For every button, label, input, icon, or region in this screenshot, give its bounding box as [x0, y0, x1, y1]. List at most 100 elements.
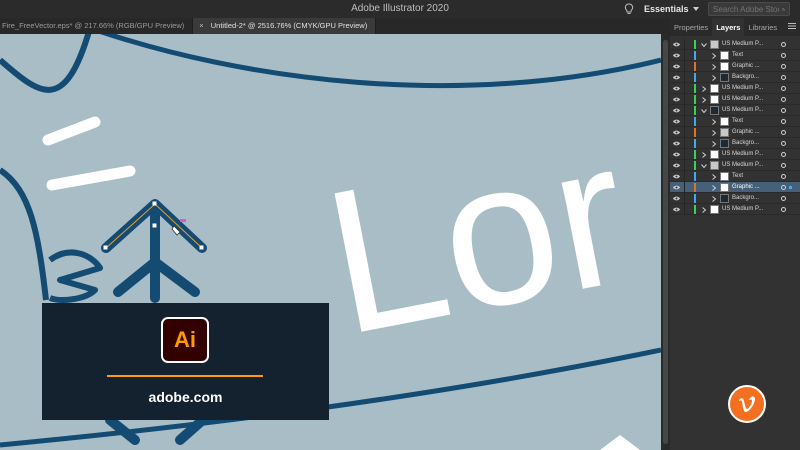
- search-icon[interactable]: [782, 6, 785, 13]
- banner-outline-top[interactable]: [90, 34, 661, 89]
- layer-target-circle[interactable]: [781, 97, 786, 102]
- doc-tab-untitled-2[interactable]: × Untitled-2* @ 2516.76% (CMYK/GPU Previ…: [193, 18, 377, 34]
- layer-name[interactable]: US Medium P...: [722, 107, 763, 113]
- layer-target-circle[interactable]: [781, 196, 786, 201]
- white-swoosh-1[interactable]: [42, 116, 101, 146]
- layer-name[interactable]: Backgro...: [732, 140, 759, 146]
- panel-menu-icon[interactable]: [788, 22, 796, 30]
- layer-name[interactable]: Text: [732, 52, 743, 58]
- canvas-vertical-scrollbar[interactable]: [661, 34, 670, 450]
- layer-name[interactable]: Graphic ...: [732, 184, 760, 190]
- tab-libraries[interactable]: Libraries: [744, 18, 781, 36]
- chevron-right-icon[interactable]: [711, 130, 717, 136]
- layer-row[interactable]: Backgro...: [670, 138, 800, 149]
- layer-row[interactable]: Text: [670, 116, 800, 127]
- chevron-right-icon[interactable]: [701, 207, 707, 213]
- layer-row[interactable]: US Medium P...: [670, 204, 800, 215]
- scrollbar-thumb[interactable]: [663, 40, 668, 444]
- layer-target-circle[interactable]: [781, 163, 786, 168]
- layer-row[interactable]: US Medium P...: [670, 39, 800, 50]
- layer-name[interactable]: Text: [732, 173, 743, 179]
- layer-target-circle[interactable]: [781, 119, 786, 124]
- visibility-eye-icon[interactable]: [673, 130, 680, 135]
- layer-row[interactable]: US Medium P...: [670, 149, 800, 160]
- layer-target-circle[interactable]: [781, 53, 786, 58]
- visibility-eye-icon[interactable]: [673, 141, 680, 146]
- visibility-eye-icon[interactable]: [673, 86, 680, 91]
- layer-row[interactable]: Backgro...: [670, 193, 800, 204]
- chevron-down-icon[interactable]: [701, 108, 707, 114]
- layer-name[interactable]: US Medium P...: [722, 151, 763, 157]
- layer-name[interactable]: US Medium P...: [722, 206, 763, 212]
- layer-row[interactable]: US Medium P...: [670, 83, 800, 94]
- layer-row[interactable]: Text: [670, 50, 800, 61]
- hand-shape[interactable]: [48, 249, 103, 303]
- stock-search-input[interactable]: [713, 4, 779, 14]
- visibility-eye-icon[interactable]: [673, 64, 680, 69]
- layer-row[interactable]: Backgro...: [670, 72, 800, 83]
- close-tab-icon[interactable]: ×: [199, 21, 203, 30]
- visibility-eye-icon[interactable]: [673, 108, 680, 113]
- layer-target-circle[interactable]: [781, 207, 786, 212]
- visibility-eye-icon[interactable]: [673, 196, 680, 201]
- layer-target-circle[interactable]: [781, 108, 786, 113]
- chevron-right-icon[interactable]: [711, 75, 717, 81]
- layer-row[interactable]: US Medium P...: [670, 105, 800, 116]
- layer-name[interactable]: Text: [732, 118, 743, 124]
- visibility-eye-icon[interactable]: [673, 174, 680, 179]
- chevron-right-icon[interactable]: [701, 152, 707, 158]
- chevron-right-icon[interactable]: [711, 185, 717, 191]
- visibility-eye-icon[interactable]: [673, 163, 680, 168]
- layer-row[interactable]: Graphic ...: [670, 182, 800, 193]
- tab-layers[interactable]: Layers: [712, 18, 745, 36]
- workspace-switcher[interactable]: Essentials: [644, 2, 699, 16]
- layer-target-circle[interactable]: [781, 86, 786, 91]
- chevron-right-icon[interactable]: [701, 97, 707, 103]
- white-swoosh-2[interactable]: [46, 165, 136, 191]
- layer-target-circle[interactable]: [781, 152, 786, 157]
- visibility-eye-icon[interactable]: [673, 207, 680, 212]
- visibility-eye-icon[interactable]: [673, 97, 680, 102]
- layer-target-circle[interactable]: [781, 174, 786, 179]
- layer-target-circle[interactable]: [781, 141, 786, 146]
- layer-target-circle[interactable]: [781, 64, 786, 69]
- visibility-eye-icon[interactable]: [673, 185, 680, 190]
- layer-name[interactable]: Graphic ...: [732, 129, 760, 135]
- doc-tab-fire-freevector[interactable]: Fire_FreeVector.eps* @ 217.66% (RGB/GPU …: [0, 18, 194, 34]
- layer-row[interactable]: Graphic ...: [670, 127, 800, 138]
- layer-name[interactable]: US Medium P...: [722, 41, 763, 47]
- layer-row[interactable]: US Medium P...: [670, 160, 800, 171]
- layer-name[interactable]: Graphic ...: [732, 63, 760, 69]
- layer-row[interactable]: Text: [670, 171, 800, 182]
- visibility-eye-icon[interactable]: [673, 53, 680, 58]
- chevron-down-icon[interactable]: [701, 163, 707, 169]
- chevron-right-icon[interactable]: [711, 174, 717, 180]
- layer-target-circle[interactable]: [781, 75, 786, 80]
- chevron-right-icon[interactable]: [711, 196, 717, 202]
- lightbulb-icon[interactable]: [624, 3, 634, 15]
- frame-outline-left[interactable]: [0, 167, 49, 301]
- visibility-eye-icon[interactable]: [673, 152, 680, 157]
- layer-name[interactable]: US Medium P...: [722, 96, 763, 102]
- chevron-right-icon[interactable]: [711, 53, 717, 59]
- chevron-right-icon[interactable]: [711, 119, 717, 125]
- artwork-text[interactable]: Lor: [310, 97, 645, 378]
- layer-name[interactable]: Backgro...: [732, 195, 759, 201]
- layer-target-circle[interactable]: [781, 185, 786, 190]
- layer-row[interactable]: Graphic ...: [670, 61, 800, 72]
- layer-name[interactable]: US Medium P...: [722, 162, 763, 168]
- selection-handle[interactable]: [180, 219, 186, 222]
- frame-arc-left[interactable]: [0, 34, 92, 93]
- stock-search[interactable]: [708, 2, 790, 16]
- chevron-right-icon[interactable]: [701, 86, 707, 92]
- chevron-right-icon[interactable]: [711, 64, 717, 70]
- visibility-eye-icon[interactable]: [673, 75, 680, 80]
- layer-name[interactable]: Backgro...: [732, 74, 759, 80]
- visibility-eye-icon[interactable]: [673, 42, 680, 47]
- layer-row[interactable]: US Medium P...: [670, 94, 800, 105]
- layer-target-circle[interactable]: [781, 42, 786, 47]
- layer-target-circle[interactable]: [781, 130, 786, 135]
- chevron-down-icon[interactable]: [701, 42, 707, 48]
- layer-name[interactable]: US Medium P...: [722, 85, 763, 91]
- tab-properties[interactable]: Properties: [670, 18, 712, 36]
